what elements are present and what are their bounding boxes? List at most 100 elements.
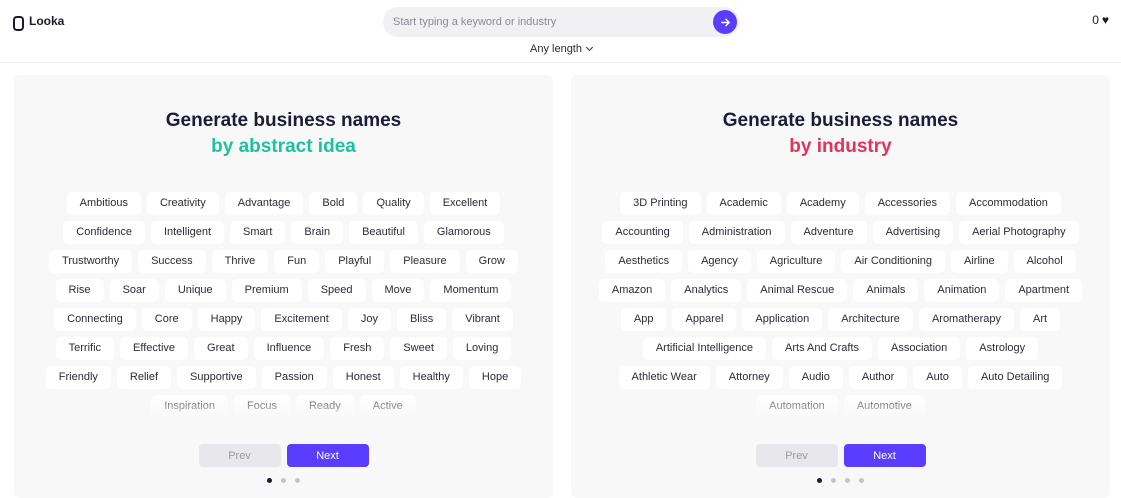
keyword-chip[interactable]: Terrific (55, 337, 115, 360)
keyword-chip[interactable]: Ready (295, 395, 354, 418)
keyword-chip[interactable]: Analytics (671, 279, 742, 302)
keyword-chip[interactable]: Auto (913, 366, 962, 389)
keyword-chip[interactable]: Accommodation (956, 192, 1061, 215)
keyword-chip[interactable]: Hope (468, 366, 522, 389)
prev-button[interactable]: Prev (198, 444, 281, 467)
keyword-chip[interactable]: Animal Rescue (747, 279, 848, 302)
keyword-chip[interactable]: Automation (756, 395, 838, 418)
keyword-chip[interactable]: Premium (231, 279, 302, 302)
keyword-chip[interactable]: Grow (465, 250, 518, 273)
keyword-chip[interactable]: Joy (347, 308, 391, 331)
keyword-chip[interactable]: Momentum (430, 279, 512, 302)
keyword-chip[interactable]: Ambitious (66, 192, 141, 215)
keyword-chip[interactable]: Active (359, 395, 416, 418)
keyword-chip[interactable]: Adventure (790, 221, 867, 244)
keyword-chip[interactable]: Excellent (429, 192, 501, 215)
keyword-chip[interactable]: Influence (253, 337, 325, 360)
keyword-chip[interactable]: Speed (307, 279, 366, 302)
keyword-chip[interactable]: Beautiful (349, 221, 418, 244)
keyword-chip[interactable]: Agriculture (756, 250, 836, 273)
keyword-chip[interactable]: Aesthetics (605, 250, 683, 273)
keyword-chip[interactable]: Application (742, 308, 823, 331)
keyword-chip[interactable]: Core (141, 308, 192, 331)
keyword-chip[interactable]: Rise (55, 279, 104, 302)
keyword-chip[interactable]: Author (848, 366, 908, 389)
search-submit-button[interactable] (713, 10, 737, 34)
keyword-chip[interactable]: Architecture (828, 308, 913, 331)
keyword-chip[interactable]: Advantage (224, 192, 304, 215)
next-button[interactable]: Next (843, 444, 926, 467)
page-dot[interactable] (831, 478, 836, 483)
keyword-chip[interactable]: Quality (363, 192, 424, 215)
keyword-chip[interactable]: Trustworthy (49, 250, 133, 273)
keyword-chip[interactable]: Alcohol (1013, 250, 1076, 273)
keyword-chip[interactable]: Accessories (864, 192, 950, 215)
keyword-chip[interactable]: Effective (120, 337, 189, 360)
keyword-chip[interactable]: Friendly (45, 366, 111, 389)
keyword-chip[interactable]: Audio (788, 366, 843, 389)
keyword-chip[interactable]: Success (138, 250, 206, 273)
keyword-chip[interactable]: Confidence (63, 221, 145, 244)
next-button[interactable]: Next (286, 444, 369, 467)
keyword-chip[interactable]: Intelligent (150, 221, 225, 244)
keyword-chip[interactable]: Supportive (177, 366, 256, 389)
keyword-chip[interactable]: Auto Detailing (967, 366, 1063, 389)
keyword-chip[interactable]: App (620, 308, 667, 331)
keyword-chip[interactable]: Passion (261, 366, 327, 389)
keyword-chip[interactable]: Amazon (598, 279, 666, 302)
keyword-chip[interactable]: Happy (197, 308, 256, 331)
keyword-chip[interactable]: Automotive (843, 395, 925, 418)
keyword-chip[interactable]: Loving (452, 337, 512, 360)
favorites-button[interactable]: 0 ♥ (1092, 13, 1109, 27)
keyword-chip[interactable]: Arts And Crafts (772, 337, 873, 360)
keyword-chip[interactable]: Administration (688, 221, 785, 244)
keyword-chip[interactable]: Artificial Intelligence (642, 337, 767, 360)
keyword-chip[interactable]: Attorney (715, 366, 783, 389)
keyword-chip[interactable]: Great (194, 337, 248, 360)
keyword-chip[interactable]: 3D Printing (620, 192, 701, 215)
keyword-chip[interactable]: Relief (116, 366, 172, 389)
prev-button[interactable]: Prev (755, 444, 838, 467)
keyword-chip[interactable]: Smart (230, 221, 286, 244)
page-dot[interactable] (859, 478, 864, 483)
keyword-chip[interactable]: Academy (786, 192, 859, 215)
keyword-chip[interactable]: Brain (291, 221, 344, 244)
search-input[interactable] (393, 7, 713, 37)
keyword-chip[interactable]: Aromatherapy (918, 308, 1015, 331)
keyword-chip[interactable]: Unique (164, 279, 226, 302)
keyword-chip[interactable]: Bold (309, 192, 358, 215)
keyword-chip[interactable]: Inspiration (151, 395, 229, 418)
keyword-chip[interactable]: Vibrant (452, 308, 513, 331)
keyword-chip[interactable]: Aerial Photography (959, 221, 1079, 244)
logo[interactable]: Looka (13, 14, 64, 31)
keyword-chip[interactable]: Fun (274, 250, 320, 273)
keyword-chip[interactable]: Honest (332, 366, 394, 389)
keyword-chip[interactable]: Focus (234, 395, 290, 418)
keyword-chip[interactable]: Advertising (872, 221, 954, 244)
keyword-chip[interactable]: Bliss (396, 308, 447, 331)
keyword-chip[interactable]: Playful (325, 250, 385, 273)
page-dot[interactable] (267, 478, 272, 483)
keyword-chip[interactable]: Soar (109, 279, 159, 302)
keyword-chip[interactable]: Athletic Wear (618, 366, 710, 389)
keyword-chip[interactable]: Accounting (602, 221, 683, 244)
page-dot[interactable] (295, 478, 300, 483)
keyword-chip[interactable]: Animals (853, 279, 919, 302)
keyword-chip[interactable]: Excitement (261, 308, 342, 331)
keyword-chip[interactable]: Academic (706, 192, 781, 215)
page-dot[interactable] (817, 478, 822, 483)
keyword-chip[interactable]: Healthy (399, 366, 463, 389)
keyword-chip[interactable]: Airline (951, 250, 1008, 273)
keyword-chip[interactable]: Association (878, 337, 961, 360)
page-dot[interactable] (281, 478, 286, 483)
page-dot[interactable] (845, 478, 850, 483)
keyword-chip[interactable]: Fresh (330, 337, 385, 360)
keyword-chip[interactable]: Sweet (390, 337, 447, 360)
keyword-chip[interactable]: Move (371, 279, 425, 302)
keyword-chip[interactable]: Astrology (966, 337, 1039, 360)
keyword-chip[interactable]: Animation (924, 279, 1000, 302)
keyword-chip[interactable]: Connecting (54, 308, 136, 331)
keyword-chip[interactable]: Creativity (146, 192, 219, 215)
keyword-chip[interactable]: Thrive (211, 250, 269, 273)
length-filter-dropdown[interactable]: Any length (530, 43, 594, 55)
